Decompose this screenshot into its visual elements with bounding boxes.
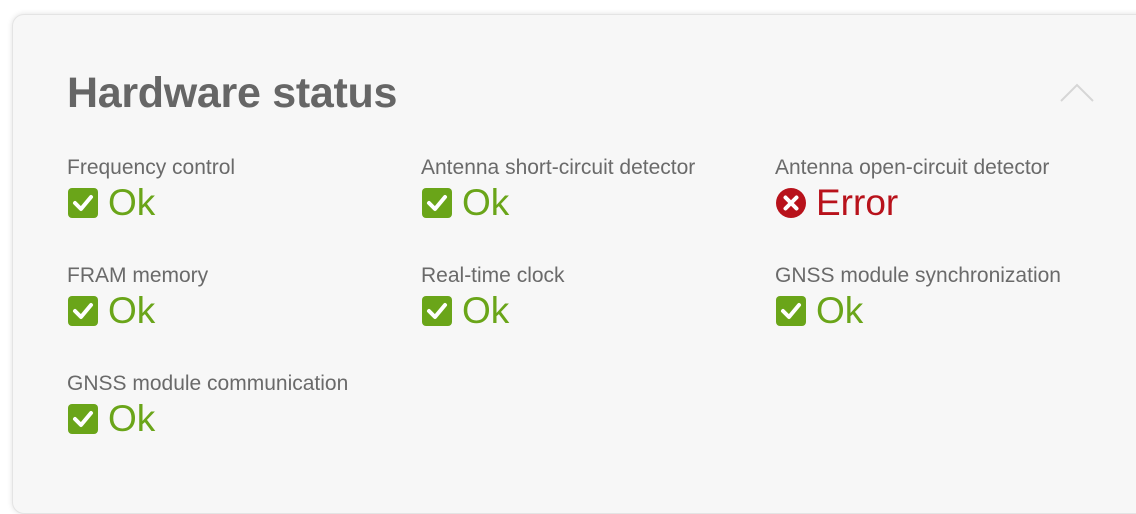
status-item-label: FRAM memory: [67, 264, 209, 287]
status-text: Ok: [108, 290, 156, 331]
status-item-label: GNSS module synchronization: [775, 264, 1061, 287]
status-value: Error: [775, 184, 1129, 222]
error-circle-icon: [776, 188, 806, 218]
status-item-gnss-communication: GNSS module communication Ok: [67, 372, 421, 480]
status-item-gnss-synchronization: GNSS module synchronization Ok: [775, 264, 1129, 372]
status-item-label: Real-time clock: [421, 264, 565, 287]
status-item-antenna-open-circuit: Antenna open-circuit detector Error: [775, 156, 1129, 264]
status-grid: Frequency control Ok Antenna short-circu…: [67, 156, 1129, 480]
checkbox-checked-icon: [68, 188, 98, 218]
status-value: Ok: [67, 292, 421, 330]
status-item-label: Frequency control: [67, 156, 236, 179]
status-item-label: GNSS module communication: [67, 372, 349, 395]
status-value: Ok: [421, 184, 775, 222]
status-item-label: Antenna short-circuit detector: [421, 156, 696, 179]
status-text: Error: [816, 182, 899, 223]
checkbox-checked-icon: [68, 296, 98, 326]
status-item-antenna-short-circuit: Antenna short-circuit detector Ok: [421, 156, 775, 264]
collapse-button[interactable]: [1057, 81, 1097, 105]
chevron-up-icon: [1060, 83, 1094, 102]
status-text: Ok: [108, 182, 156, 223]
checkbox-checked-icon: [422, 188, 452, 218]
status-text: Ok: [462, 290, 510, 331]
status-text: Ok: [108, 398, 156, 439]
status-text: Ok: [816, 290, 864, 331]
checkbox-checked-icon: [68, 404, 98, 434]
status-value: Ok: [67, 184, 421, 222]
hardware-status-card: Hardware status Frequency control Ok Ant…: [12, 14, 1136, 514]
status-item-real-time-clock: Real-time clock Ok: [421, 264, 775, 372]
checkbox-checked-icon: [422, 296, 452, 326]
status-item-fram-memory: FRAM memory Ok: [67, 264, 421, 372]
status-value: Ok: [775, 292, 1129, 330]
status-item-label: Antenna open-circuit detector: [775, 156, 1050, 179]
checkbox-checked-icon: [776, 296, 806, 326]
panel-title: Hardware status: [67, 69, 398, 117]
status-value: Ok: [421, 292, 775, 330]
status-value: Ok: [67, 400, 421, 438]
status-item-frequency-control: Frequency control Ok: [67, 156, 421, 264]
status-text: Ok: [462, 182, 510, 223]
